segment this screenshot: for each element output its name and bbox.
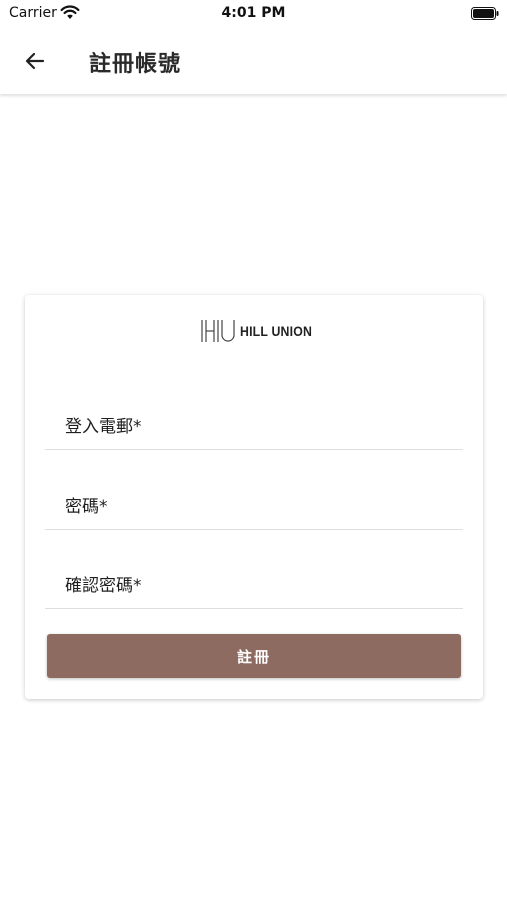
confirm-password-input[interactable] [45,549,463,608]
hu-logo-mark [201,320,235,342]
arrow-left-icon [25,52,45,70]
status-bar: Carrier 4:01 PM [0,0,507,28]
password-input[interactable] [45,470,463,529]
password-field[interactable]: 密碼* [45,470,463,530]
back-button[interactable] [14,40,56,82]
status-time: 4:01 PM [221,5,286,21]
email-input[interactable] [45,390,463,449]
page-title: 註冊帳號 [89,52,182,77]
brand-name: HILL UNION [240,323,313,339]
register-card: HILL UNION 登入電郵* 密碼* 確認密碼* 註冊 [25,295,483,699]
confirm-password-field[interactable]: 確認密碼* [45,549,463,609]
email-field[interactable]: 登入電郵* [45,390,463,450]
brand-logo: HILL UNION [200,317,322,345]
register-button[interactable]: 註冊 [47,634,461,678]
app-bar: 註冊帳號 [0,28,507,94]
battery-icon [471,7,499,20]
